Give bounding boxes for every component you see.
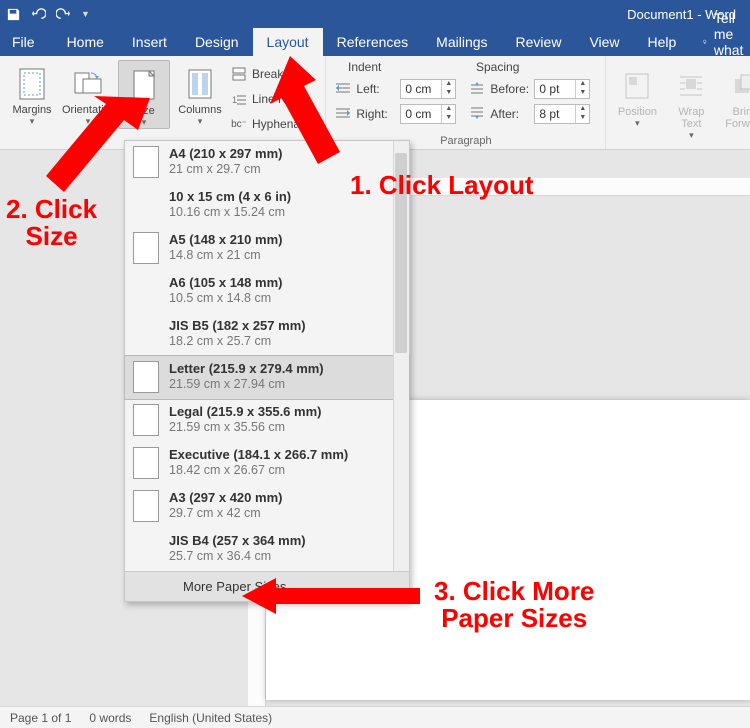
size-option[interactable]: A5 (148 x 210 mm)14.8 cm x 21 cm bbox=[125, 227, 409, 270]
breaks-icon bbox=[230, 67, 248, 81]
annotation-label-2: 2. Click Size bbox=[6, 196, 97, 251]
redo-icon[interactable] bbox=[56, 7, 71, 22]
size-option-title: Letter (215.9 x 279.4 mm) bbox=[169, 361, 324, 376]
tab-file[interactable]: File bbox=[0, 28, 53, 56]
bring-forward-button: Bring Forward bbox=[720, 62, 750, 130]
lightbulb-icon bbox=[702, 35, 708, 49]
size-dropdown-menu: A4 (210 x 297 mm)21 cm x 29.7 cm10 x 15 … bbox=[124, 140, 410, 602]
spacing-before-icon bbox=[470, 82, 486, 97]
spacing-after-icon bbox=[470, 107, 486, 122]
size-option[interactable]: JIS B5 (182 x 257 mm)18.2 cm x 25.7 cm bbox=[125, 313, 409, 356]
tab-references[interactable]: References bbox=[323, 28, 423, 56]
tell-me[interactable]: Tell me what yo bbox=[690, 28, 750, 56]
line-numbers-icon: 1 bbox=[230, 92, 248, 106]
page-icon bbox=[133, 490, 159, 522]
spacing-after-row: After: 8 pt▲▼ bbox=[470, 103, 590, 125]
svg-text:1: 1 bbox=[232, 95, 237, 105]
size-option-dims: 29.7 cm x 42 cm bbox=[169, 506, 282, 520]
annotation-arrow-3 bbox=[242, 576, 422, 616]
undo-icon[interactable] bbox=[31, 7, 46, 22]
size-option-dims: 10.16 cm x 15.24 cm bbox=[169, 205, 291, 219]
tab-insert[interactable]: Insert bbox=[118, 28, 181, 56]
size-option-title: JIS B4 (257 x 364 mm) bbox=[169, 533, 306, 548]
size-option[interactable]: Letter (215.9 x 279.4 mm)21.59 cm x 27.9… bbox=[124, 355, 410, 400]
tab-help[interactable]: Help bbox=[634, 28, 691, 56]
page-icon bbox=[133, 361, 159, 393]
tab-view[interactable]: View bbox=[575, 28, 633, 56]
annotation-arrow-1 bbox=[260, 56, 350, 166]
tab-review[interactable]: Review bbox=[502, 28, 576, 56]
hyphenation-icon: bc⁻ bbox=[230, 119, 248, 130]
spacing-before-input[interactable]: 0 pt▲▼ bbox=[534, 79, 590, 99]
size-option-dims: 14.8 cm x 21 cm bbox=[169, 248, 282, 262]
spacing-after-input[interactable]: 8 pt▲▼ bbox=[534, 104, 590, 124]
page-icon bbox=[133, 447, 159, 479]
status-bar: Page 1 of 1 0 words English (United Stat… bbox=[0, 706, 750, 728]
size-option-dims: 21.59 cm x 27.94 cm bbox=[169, 377, 324, 391]
page-icon bbox=[133, 404, 159, 436]
wrap-text-button: Wrap Text▾ bbox=[666, 62, 716, 141]
quick-access-toolbar: ▼ bbox=[6, 7, 90, 22]
page-icon bbox=[133, 232, 159, 264]
tab-design[interactable]: Design bbox=[181, 28, 253, 56]
page-icon bbox=[133, 318, 159, 350]
group-paragraph: Indent Spacing Left: 0 cm▲▼ Right: 0 cm▲… bbox=[326, 56, 606, 149]
group-arrange: Position▾ Wrap Text▾ Bring Forward bbox=[606, 56, 750, 149]
indent-header: Indent bbox=[348, 60, 381, 74]
size-option[interactable]: JIS B4 (257 x 364 mm)25.7 cm x 36.4 cm bbox=[125, 528, 409, 571]
indent-right-row: Right: 0 cm▲▼ bbox=[336, 103, 456, 125]
position-button: Position▾ bbox=[612, 62, 662, 129]
title-bar: ▼ Document1 - Word bbox=[0, 0, 750, 28]
position-icon bbox=[612, 66, 662, 106]
ribbon-tabs: File Home Insert Design Layout Reference… bbox=[0, 28, 750, 56]
indent-left-row: Left: 0 cm▲▼ bbox=[336, 78, 456, 100]
size-option-title: A3 (297 x 420 mm) bbox=[169, 490, 282, 505]
size-option[interactable]: A6 (105 x 148 mm)10.5 cm x 14.8 cm bbox=[125, 270, 409, 313]
size-option-dims: 10.5 cm x 14.8 cm bbox=[169, 291, 282, 305]
size-option-title: 10 x 15 cm (4 x 6 in) bbox=[169, 189, 291, 204]
size-option-title: Legal (215.9 x 355.6 mm) bbox=[169, 404, 321, 419]
size-option-title: JIS B5 (182 x 257 mm) bbox=[169, 318, 306, 333]
indent-right-input[interactable]: 0 cm▲▼ bbox=[400, 104, 456, 124]
size-option-dims: 21.59 cm x 35.56 cm bbox=[169, 420, 321, 434]
indent-left-input[interactable]: 0 cm▲▼ bbox=[400, 79, 456, 99]
menu-scrollbar[interactable] bbox=[393, 141, 409, 571]
size-option-title: Executive (184.1 x 266.7 mm) bbox=[169, 447, 348, 462]
wrap-text-icon bbox=[666, 66, 716, 106]
save-icon[interactable] bbox=[6, 7, 21, 22]
status-page[interactable]: Page 1 of 1 bbox=[10, 711, 71, 725]
size-option[interactable]: Legal (215.9 x 355.6 mm)21.59 cm x 35.56… bbox=[125, 399, 409, 442]
size-option-dims: 18.2 cm x 25.7 cm bbox=[169, 334, 306, 348]
size-option-dims: 18.42 cm x 26.67 cm bbox=[169, 463, 348, 477]
size-option[interactable]: A3 (297 x 420 mm)29.7 cm x 42 cm bbox=[125, 485, 409, 528]
bring-forward-icon bbox=[720, 66, 750, 106]
annotation-arrow-2 bbox=[42, 96, 152, 206]
spacing-before-row: Before: 0 pt▲▼ bbox=[470, 78, 590, 100]
size-option-dims: 25.7 cm x 36.4 cm bbox=[169, 549, 306, 563]
columns-button[interactable]: Columns▾ bbox=[174, 60, 226, 127]
annotation-label-1: 1. Click Layout bbox=[350, 172, 534, 199]
tab-layout[interactable]: Layout bbox=[253, 28, 323, 56]
tab-home[interactable]: Home bbox=[53, 28, 118, 56]
size-option-title: A6 (105 x 148 mm) bbox=[169, 275, 282, 290]
status-words[interactable]: 0 words bbox=[89, 711, 131, 725]
annotation-label-3: 3. Click More Paper Sizes bbox=[434, 578, 594, 633]
page-icon bbox=[133, 275, 159, 307]
spacing-header: Spacing bbox=[476, 60, 519, 74]
size-option-title: A5 (148 x 210 mm) bbox=[169, 232, 282, 247]
columns-icon bbox=[174, 64, 226, 104]
size-option[interactable]: Executive (184.1 x 266.7 mm)18.42 cm x 2… bbox=[125, 442, 409, 485]
page-icon bbox=[133, 533, 159, 565]
status-language[interactable]: English (United States) bbox=[149, 711, 272, 725]
tab-mailings[interactable]: Mailings bbox=[422, 28, 501, 56]
qat-dropdown-icon[interactable]: ▼ bbox=[81, 9, 90, 19]
